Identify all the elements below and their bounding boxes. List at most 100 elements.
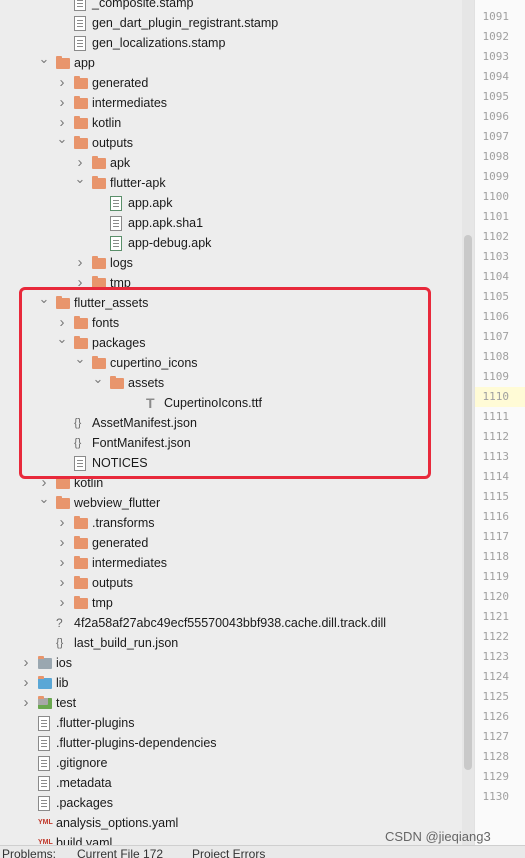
- chevron-down-icon[interactable]: ⌄: [38, 49, 50, 69]
- tree-row[interactable]: › logs: [0, 253, 462, 273]
- tree-row[interactable]: ⌄ outputs: [0, 131, 462, 153]
- tree-row-label: .metadata: [56, 776, 112, 790]
- line-number: 1125: [482, 690, 510, 703]
- tree-row[interactable]: › lib: [0, 673, 462, 693]
- line-number: 1094: [482, 70, 510, 83]
- folder-icon: [92, 176, 106, 189]
- tree-row-label: test: [56, 696, 77, 710]
- tree-row-label: .flutter-plugins-dependencies: [56, 736, 217, 750]
- line-number: 1130: [482, 790, 510, 803]
- tree-row[interactable]: app.apk: [0, 193, 462, 213]
- tree-row[interactable]: {} last_build_run.json: [0, 633, 462, 653]
- chevron-down-icon[interactable]: ⌄: [56, 129, 68, 149]
- tree-row[interactable]: › generated: [0, 73, 462, 93]
- tree-row[interactable]: gen_localizations.stamp: [0, 33, 462, 53]
- scrollbar[interactable]: [462, 0, 474, 845]
- line-number: 1117: [482, 530, 510, 543]
- tree-row-label: flutter-apk: [110, 176, 166, 190]
- tree-row-label: kotlin: [92, 116, 122, 130]
- tree-row[interactable]: .flutter-plugins: [0, 713, 462, 733]
- line-number: 1095: [482, 90, 510, 103]
- tree-row[interactable]: _composite.stamp: [0, 0, 462, 13]
- tree-row[interactable]: › tmp: [0, 593, 462, 613]
- tree-row[interactable]: .packages: [0, 793, 462, 813]
- tree-row-label: intermediates: [92, 96, 168, 110]
- line-number: 1126: [482, 710, 510, 723]
- line-number: 1110: [475, 387, 525, 407]
- tree-row[interactable]: › test: [0, 693, 462, 713]
- tree-row-label: analysis_options.yaml: [56, 816, 179, 830]
- scrollbar-thumb[interactable]: [464, 235, 472, 770]
- line-number: 1128: [482, 750, 510, 763]
- line-number: 1109: [482, 370, 510, 383]
- chevron-down-icon[interactable]: ⌄: [38, 489, 50, 509]
- line-number: 1096: [482, 110, 510, 123]
- problems-toolbar: Problems: Current File 172 Project Error…: [0, 845, 525, 858]
- tree-row-label: tmp: [92, 596, 113, 610]
- line-number: 1106: [482, 310, 510, 323]
- line-number: 1100: [482, 190, 510, 203]
- tree-row[interactable]: app-debug.apk: [0, 233, 462, 253]
- line-number: 1091: [482, 10, 510, 23]
- folder-icon: [74, 116, 88, 129]
- tree-row-label: generated: [92, 536, 149, 550]
- chevron-right-icon[interactable]: ›: [20, 653, 32, 673]
- tree-row[interactable]: › ios: [0, 653, 462, 673]
- tree-row[interactable]: ⌄ webview_flutter: [0, 491, 462, 513]
- chevron-right-icon[interactable]: ›: [20, 673, 32, 693]
- watermark: CSDN @jieqiang3: [385, 829, 491, 844]
- chevron-right-icon[interactable]: ›: [56, 533, 68, 553]
- chevron-right-icon[interactable]: ›: [74, 253, 86, 273]
- tree-row[interactable]: .flutter-plugins-dependencies: [0, 733, 462, 753]
- folder-icon: [74, 76, 88, 89]
- tree-row[interactable]: › kotlin: [0, 113, 462, 133]
- folder-icon: [92, 256, 106, 269]
- line-number: 1105: [482, 290, 510, 303]
- chevron-right-icon[interactable]: ›: [20, 693, 32, 713]
- tree-row-label: gen_dart_plugin_registrant.stamp: [92, 16, 279, 30]
- line-number: 1127: [482, 730, 510, 743]
- chevron-down-icon[interactable]: ⌄: [74, 169, 86, 189]
- tree-row-label: lib: [56, 676, 69, 690]
- line-number: 1097: [482, 130, 510, 143]
- stamp-file-icon: [74, 36, 86, 51]
- tree-row[interactable]: › outputs: [0, 573, 462, 593]
- tree-row[interactable]: › .transforms: [0, 513, 462, 533]
- tree-row-label: .flutter-plugins: [56, 716, 135, 730]
- chevron-right-icon[interactable]: ›: [56, 513, 68, 533]
- line-number: 1114: [482, 470, 510, 483]
- tree-row[interactable]: gen_dart_plugin_registrant.stamp: [0, 13, 462, 33]
- tree-row[interactable]: app.apk.sha1: [0, 213, 462, 233]
- folder-icon: [74, 556, 88, 569]
- text-file-icon: [38, 796, 50, 811]
- folder-icon: [74, 596, 88, 609]
- tree-row[interactable]: ⌄ flutter-apk: [0, 171, 462, 193]
- chevron-right-icon[interactable]: ›: [56, 93, 68, 113]
- line-number: 1118: [482, 550, 510, 563]
- tree-row[interactable]: ? 4f2a58af27abc49ecf55570043bbf938.cache.…: [0, 613, 462, 633]
- tree-row[interactable]: .metadata: [0, 773, 462, 793]
- tree-row-label: ios: [56, 656, 72, 670]
- stamp-file-icon: [74, 16, 86, 31]
- tree-row-label: apk: [110, 156, 131, 170]
- line-number: 1098: [482, 150, 510, 163]
- chevron-right-icon[interactable]: ›: [56, 553, 68, 573]
- tree-row-label: _composite.stamp: [92, 0, 194, 10]
- chevron-right-icon[interactable]: ›: [56, 573, 68, 593]
- folder-icon: [56, 476, 70, 489]
- line-number: 1123: [482, 650, 510, 663]
- tree-row[interactable]: › intermediates: [0, 93, 462, 113]
- chevron-right-icon[interactable]: ›: [56, 73, 68, 93]
- chevron-right-icon[interactable]: ›: [56, 593, 68, 613]
- tree-row[interactable]: › apk: [0, 153, 462, 173]
- tree-row-label: generated: [92, 76, 149, 90]
- test-folder-icon: [38, 696, 52, 709]
- tree-row[interactable]: › generated: [0, 533, 462, 553]
- editor-line-gutter: 1091 1092 1093 1094 1095 1096 1097 1098 1099 1100…: [474, 0, 525, 845]
- gitignore-file-icon: [38, 756, 50, 771]
- tree-row[interactable]: › intermediates: [0, 553, 462, 573]
- line-number: 1103: [482, 250, 510, 263]
- stamp-file-icon: [74, 0, 86, 11]
- tree-row[interactable]: ⌄ app: [0, 51, 462, 73]
- tree-row[interactable]: .gitignore: [0, 753, 462, 773]
